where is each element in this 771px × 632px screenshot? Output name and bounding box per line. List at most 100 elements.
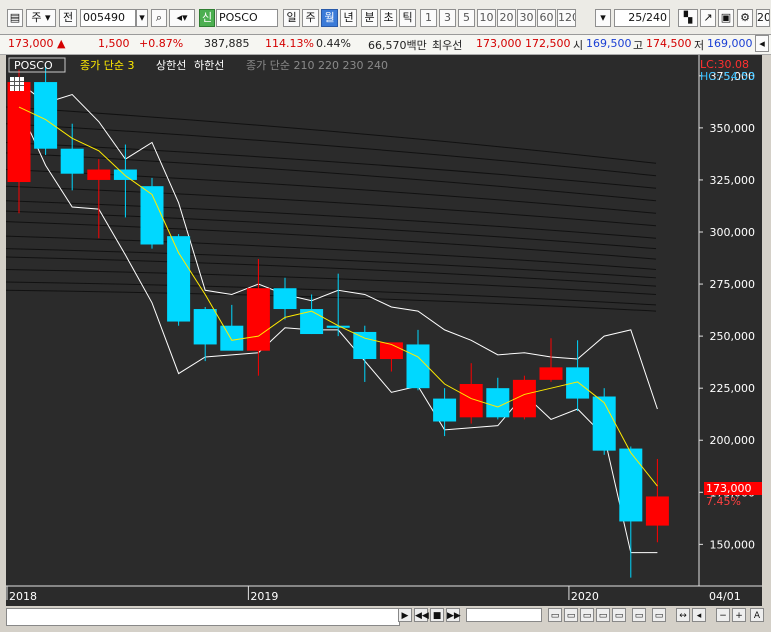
candle-body (406, 344, 430, 389)
forward-icon[interactable]: ▶▶ (446, 608, 461, 622)
play-icon[interactable]: ▶ (398, 608, 412, 622)
sound-icon[interactable]: ◂▾ (169, 9, 195, 27)
y-tick-label: 275,000 (710, 278, 756, 291)
y-tick-label: 150,000 (710, 538, 756, 551)
tab-month[interactable]: 월 (321, 9, 338, 27)
new-badge: 신 (199, 9, 215, 27)
candle-body (566, 367, 590, 399)
window-icon-2[interactable]: ▭ (564, 608, 578, 622)
candle-body (246, 288, 270, 351)
period-1[interactable]: 1 (420, 9, 437, 27)
window-icon-1[interactable]: ▭ (548, 608, 562, 622)
high-price: 174,500 (646, 37, 692, 50)
tab-year[interactable]: 년 (340, 9, 357, 27)
scale-icon[interactable]: ▚ (678, 9, 698, 27)
collapse-icon-bottom[interactable]: ◂ (692, 608, 706, 622)
tab-week[interactable]: 주 (302, 9, 319, 27)
price-chart[interactable]: 375,000 350,000 325,000 300,000 275,000 250,0… (5, 55, 762, 606)
legend-lower: 하한선 (194, 58, 224, 72)
high-label: 고 (633, 39, 644, 52)
long-ma-line (5, 221, 657, 260)
trade-amount: 66,570백만 (368, 39, 427, 52)
candle-body (645, 496, 669, 526)
legend-name: POSCO (14, 59, 53, 72)
candle-body (220, 325, 244, 351)
draw-tool-icon[interactable]: ↗ (700, 9, 716, 27)
window-icon-3[interactable]: ▭ (580, 608, 594, 622)
price-change: 1,500 (98, 37, 130, 50)
long-ma-line (5, 200, 657, 239)
period-10[interactable]: 10 (477, 9, 496, 27)
candle-body (433, 398, 457, 422)
candlestick-svg[interactable]: 375,000350,000325,000300,000275,000250,0… (5, 55, 762, 606)
volume-ratio: 114.13% (265, 37, 314, 50)
candle-body (353, 331, 377, 360)
window-icon-6[interactable]: ▭ (632, 608, 646, 622)
legend-ma: 종가 단순 3 (80, 59, 134, 72)
y-tick-label: 250,000 (710, 330, 756, 343)
candle-body (193, 309, 217, 345)
open-label: 시 (573, 39, 584, 52)
current-price: 173,000 ▲ (8, 37, 66, 50)
y-tick-label: 350,000 (710, 122, 756, 135)
tab-day[interactable]: 일 (283, 9, 300, 27)
code-dropdown-icon[interactable]: ▾ (136, 9, 148, 27)
period-60[interactable]: 60 (537, 9, 556, 27)
zoom-out-icon[interactable]: − (716, 608, 730, 622)
zoom-slider[interactable] (466, 608, 542, 622)
period-30[interactable]: 30 (517, 9, 536, 27)
tab-second[interactable]: 초 (380, 9, 397, 27)
candle-body (592, 396, 616, 451)
toolbar: ▤ 주 ▾ 전 005490 ▾ ⌕ ◂▾ 신 POSCO 일 주 월 년 분 … (0, 0, 771, 35)
long-ma-line (5, 141, 657, 189)
last-pct-label: 7.45% (706, 495, 741, 508)
stock-name-field[interactable]: POSCO (216, 9, 278, 27)
tab-minute[interactable]: 분 (361, 9, 378, 27)
tab-tick[interactable]: 틱 (399, 9, 416, 27)
horizontal-scrollbar[interactable] (6, 608, 400, 626)
bottom-bar: ▶ ◀◀ ■ ▶▶ ▭ ▭ ▭ ▭ ▭ ▭ ▭ ↔ ◂ − + A (0, 606, 771, 632)
period-20[interactable]: 20 (497, 9, 516, 27)
period-3[interactable]: 3 (439, 9, 456, 27)
grid-icon[interactable] (10, 77, 24, 91)
prev-button[interactable]: 전 (59, 9, 77, 27)
long-ma-line (5, 185, 657, 227)
window-icon-7[interactable]: ▭ (652, 608, 666, 622)
x-tick-label: 2018 (9, 590, 37, 603)
font-size-icon[interactable]: A (750, 608, 764, 622)
window-icon-4[interactable]: ▭ (596, 608, 610, 622)
arrows-icon[interactable]: ↔ (676, 608, 690, 622)
window-icon-5[interactable]: ▭ (612, 608, 626, 622)
candle-body (273, 288, 297, 310)
candle-body (87, 169, 111, 180)
count-field[interactable]: 25/240 (614, 9, 670, 27)
quote-bar: 173,000 ▲ 1,500 +0.87% 387,885 114.13% 0… (0, 35, 771, 55)
period-5[interactable]: 5 (458, 9, 475, 27)
candle-body (7, 82, 31, 183)
stop-icon[interactable]: ■ (430, 608, 444, 622)
y-tick-label: 200,000 (710, 434, 756, 447)
legend-ma2: 종가 단순 210 220 230 240 (246, 59, 388, 72)
low-price: 169,000 (707, 37, 753, 50)
turnover-rate: 0.44% (316, 37, 351, 50)
period-type-select[interactable]: 주 ▾ (26, 9, 56, 27)
bid-price: 172,500 (525, 37, 571, 50)
collapse-icon[interactable]: ◂ (755, 35, 769, 52)
chart-menu-icon[interactable]: ▤ (7, 9, 23, 27)
gear-icon[interactable]: ⚙ (737, 9, 753, 27)
legend-upper: 상한선 (156, 59, 186, 72)
zoom-in-icon[interactable]: + (732, 608, 746, 622)
y-tick-label: 300,000 (710, 226, 756, 239)
edge-field[interactable]: 20 (756, 9, 770, 27)
period-120[interactable]: 120 (557, 9, 576, 27)
x-tick-label: 2019 (250, 590, 278, 603)
rewind-icon[interactable]: ◀◀ (414, 608, 429, 622)
search-icon[interactable]: ⌕ (151, 9, 167, 27)
settings-dropdown-icon[interactable]: ▾ (595, 9, 611, 27)
last-price-label: 173,000 (706, 482, 752, 495)
stock-code-input[interactable]: 005490 (80, 9, 136, 27)
right-corner-label: 04/01 (709, 590, 741, 603)
period-type-label: 주 (31, 11, 42, 24)
candle-body (619, 448, 643, 522)
save-icon[interactable]: ▣ (718, 9, 734, 27)
